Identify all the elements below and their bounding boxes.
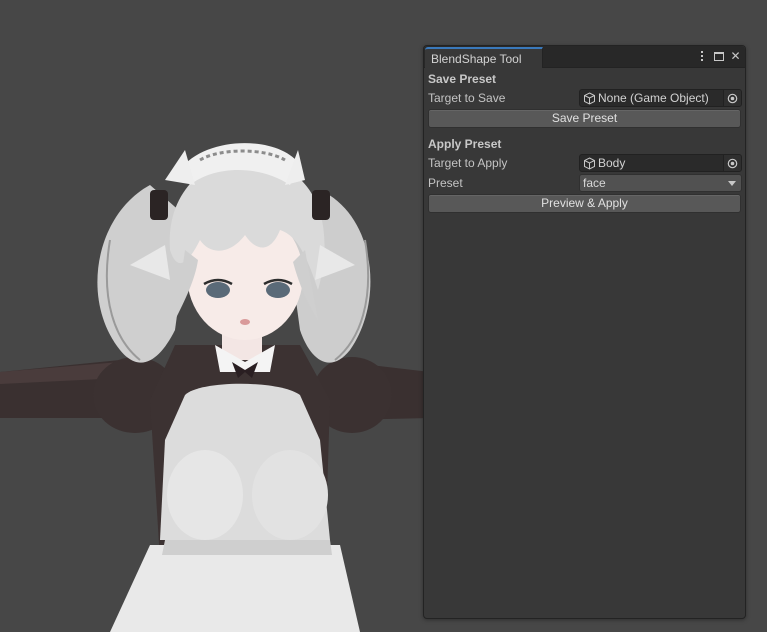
window-controls: ✕ (696, 49, 741, 63)
save-preset-header: Save Preset (428, 72, 497, 86)
target-to-apply-label: Target to Apply (428, 156, 508, 170)
kebab-menu-icon[interactable] (696, 49, 707, 63)
preset-dropdown[interactable]: face (579, 174, 742, 192)
window-tab-bar: BlendShape Tool ✕ (424, 46, 745, 68)
close-icon[interactable]: ✕ (730, 49, 741, 63)
tab-blendshape-tool[interactable]: BlendShape Tool (425, 47, 543, 68)
target-to-apply-field[interactable]: Body (579, 154, 742, 172)
gameobject-cube-icon (584, 156, 595, 170)
target-to-apply-row: Target to Apply Body (428, 153, 742, 173)
target-to-save-label: Target to Save (428, 91, 506, 105)
preset-label: Preset (428, 176, 463, 190)
target-to-apply-value: Body (598, 156, 626, 170)
preset-dropdown-value: face (583, 176, 606, 190)
target-to-save-value: None (Game Object) (598, 91, 709, 105)
maximize-icon[interactable] (713, 49, 724, 63)
preset-row: Preset face (428, 173, 742, 193)
target-to-save-row: Target to Save None (Game Object) (428, 88, 742, 108)
save-preset-button[interactable]: Save Preset (428, 109, 741, 128)
target-to-save-field[interactable]: None (Game Object) (579, 89, 742, 107)
preview-apply-button[interactable]: Preview & Apply (428, 194, 741, 213)
chevron-down-icon (728, 181, 736, 186)
apply-preset-header: Apply Preset (428, 137, 502, 151)
blendshape-tool-window: BlendShape Tool ✕ Save Preset Target to … (423, 45, 746, 619)
tab-title: BlendShape Tool (431, 52, 522, 66)
object-picker-icon[interactable] (723, 90, 741, 106)
gameobject-cube-icon (584, 91, 595, 105)
window-content: Save Preset Target to Save None (Game Ob… (424, 68, 745, 213)
object-picker-icon[interactable] (723, 155, 741, 171)
